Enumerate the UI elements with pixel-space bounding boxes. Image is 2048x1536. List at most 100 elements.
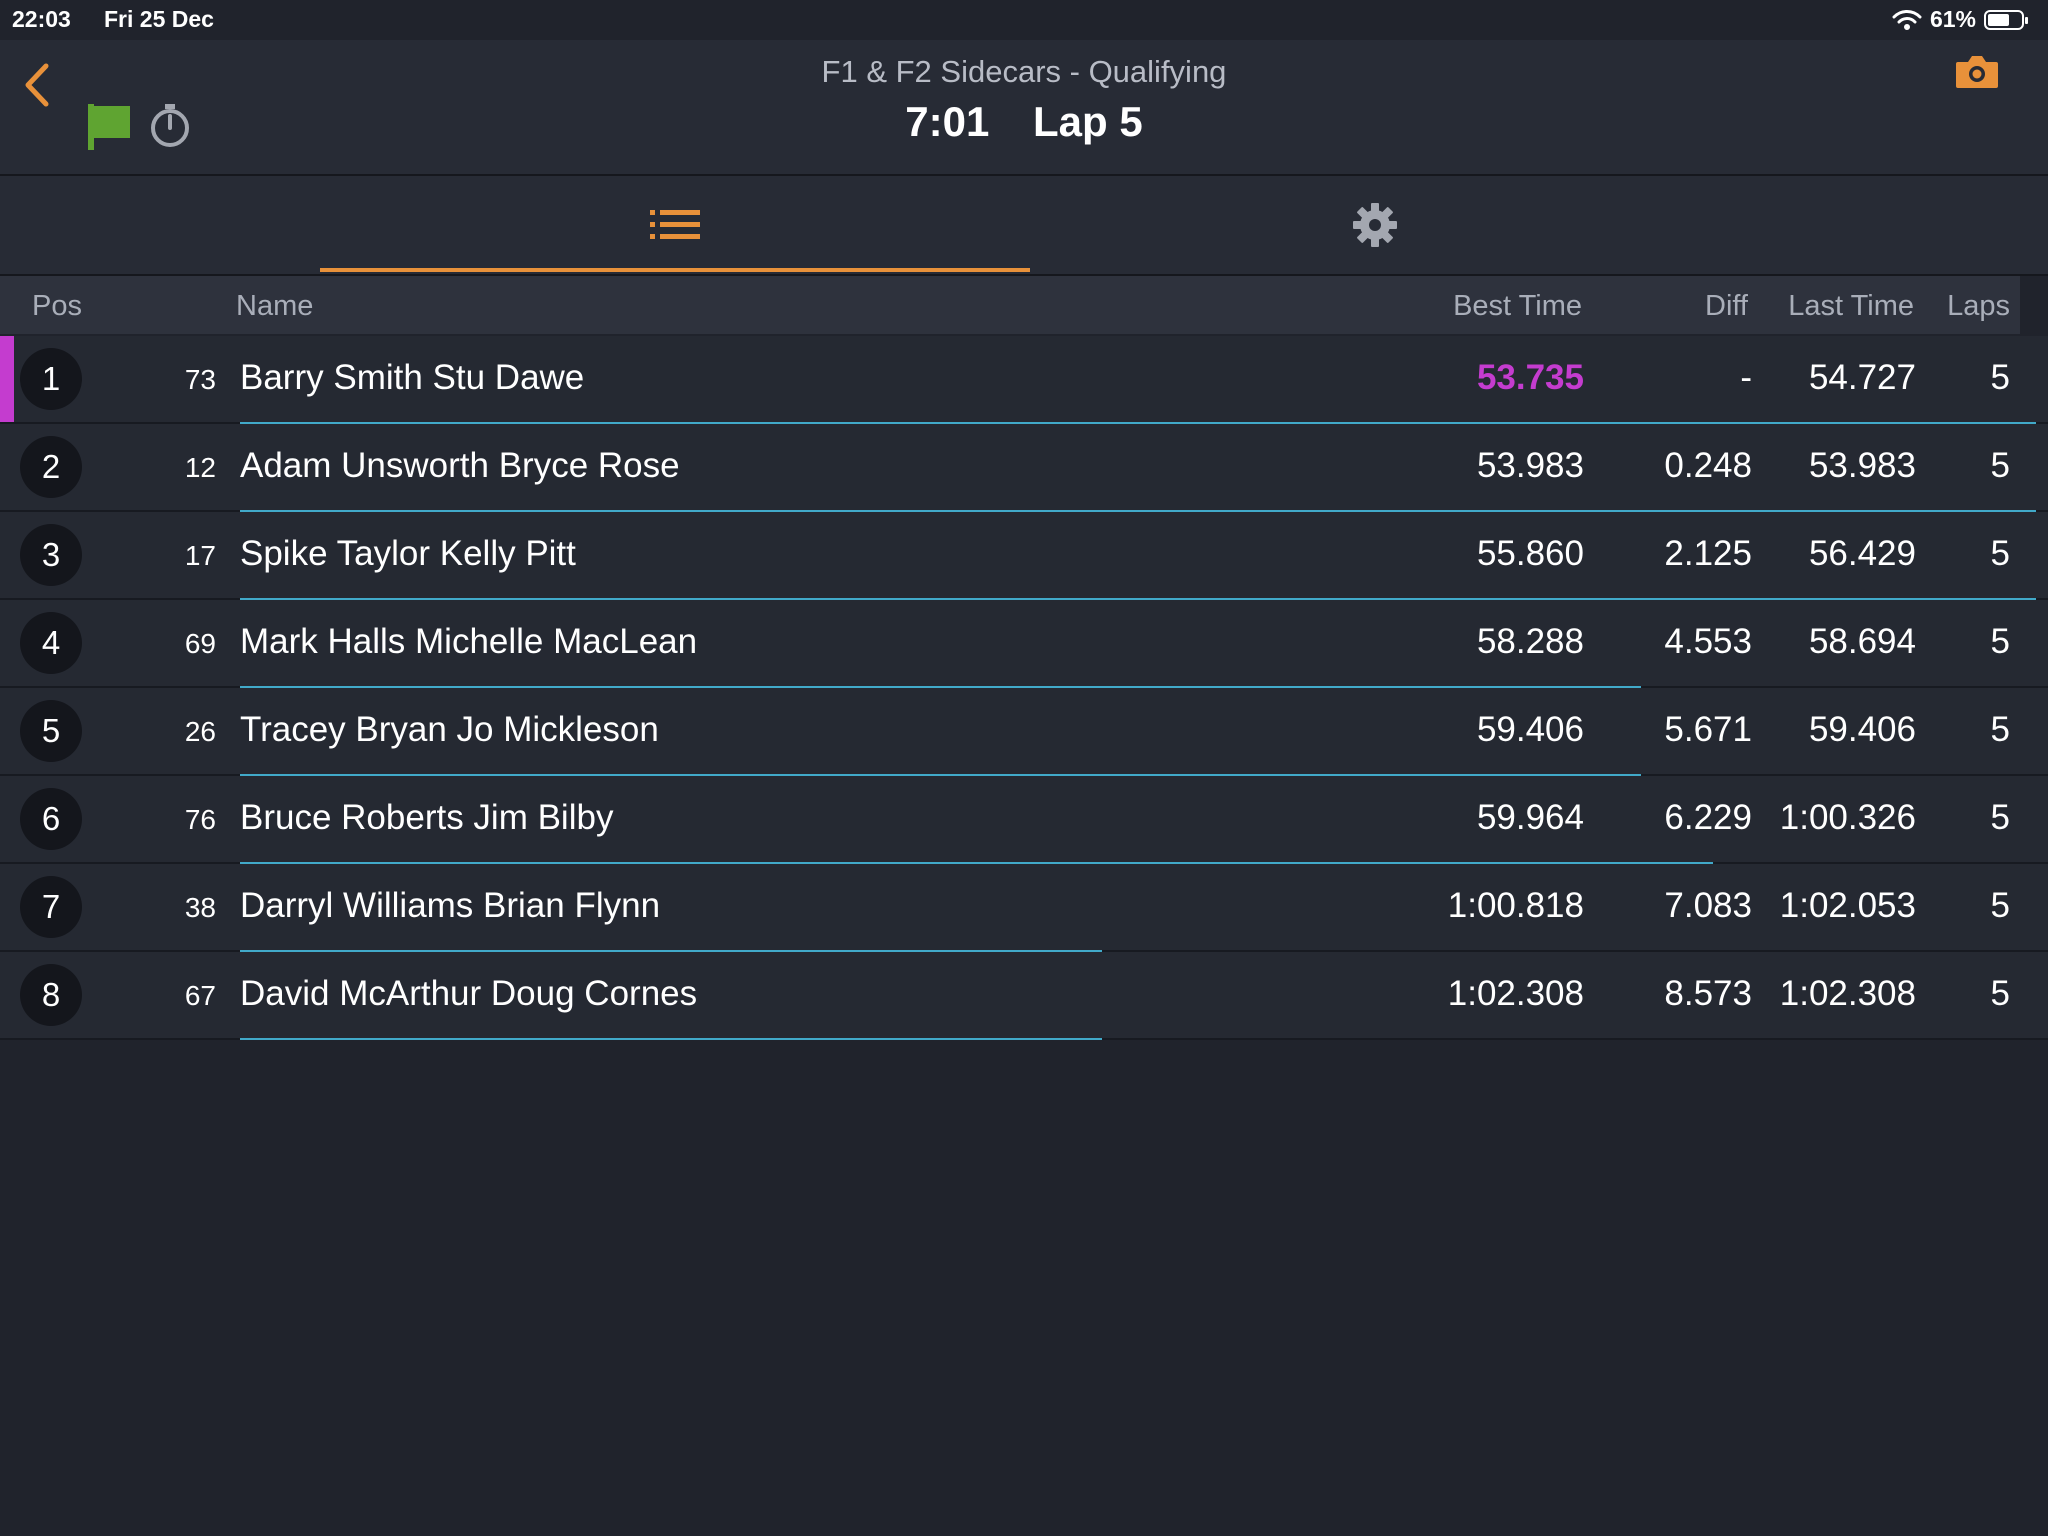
diff-time: 6.229 <box>1664 798 1752 837</box>
lap-count: 5 <box>1990 974 2010 1013</box>
car-number: 76 <box>184 804 216 835</box>
position-badge: 4 <box>20 612 82 674</box>
lap-count: 5 <box>1990 710 2010 749</box>
table-row[interactable]: 5 26 Tracey Bryan Jo Mickleson 59.406 5.… <box>0 688 2048 776</box>
last-time: 1:02.053 <box>1779 886 1916 925</box>
battery-percent: 61% <box>1929 6 1976 32</box>
fastest-lap-marker <box>0 864 14 950</box>
diff-time: 2.125 <box>1664 534 1752 573</box>
status-time: 22:03 <box>12 6 71 32</box>
car-number: 73 <box>184 364 216 395</box>
lap-count: 5 <box>1990 446 2010 485</box>
session-lap: Lap 5 <box>1033 98 1143 145</box>
active-tab-indicator <box>320 268 1030 272</box>
column-pos[interactable]: Pos <box>32 290 82 323</box>
table-header-spacer <box>2020 276 2048 334</box>
list-icon <box>650 210 700 239</box>
driver-names: Adam Unsworth Bryce Rose <box>240 446 680 485</box>
column-laps[interactable]: Laps <box>1947 290 2010 323</box>
fastest-lap-marker <box>0 688 14 774</box>
lap-count: 5 <box>1990 622 2010 661</box>
last-time: 54.727 <box>1808 358 1916 397</box>
position-badge: 8 <box>20 964 82 1026</box>
last-time: 53.983 <box>1808 446 1916 485</box>
driver-names: Darryl Williams Brian Flynn <box>240 886 661 925</box>
column-best-time[interactable]: Best Time <box>1453 290 1582 323</box>
diff-time: 8.573 <box>1664 974 1752 1013</box>
lap-count: 5 <box>1990 886 2010 925</box>
fastest-lap-marker <box>0 336 14 422</box>
table-row[interactable]: 8 67 David McArthur Doug Cornes 1:02.308… <box>0 952 2048 1040</box>
car-number: 67 <box>184 980 216 1011</box>
last-time: 56.429 <box>1808 534 1916 573</box>
diff-time: 4.553 <box>1664 622 1752 661</box>
fastest-lap-marker <box>0 776 14 862</box>
lap-progress-bar <box>240 1038 1102 1040</box>
best-time: 1:02.308 <box>1447 974 1584 1013</box>
last-time: 1:00.326 <box>1779 798 1916 837</box>
camera-icon <box>1956 56 1998 88</box>
best-time: 53.735 <box>1476 358 1584 397</box>
table-row[interactable]: 7 38 Darryl Williams Brian Flynn 1:00.81… <box>0 864 2048 952</box>
status-date: Fri 25 Dec <box>104 6 214 32</box>
tab-bar <box>0 176 2048 276</box>
last-time: 58.694 <box>1808 622 1916 661</box>
camera-button[interactable] <box>1954 54 2000 95</box>
car-number: 26 <box>184 716 216 747</box>
table-row[interactable]: 6 76 Bruce Roberts Jim Bilby 59.964 6.22… <box>0 776 2048 864</box>
session-time-remaining: 7:01 <box>905 98 990 145</box>
table-row[interactable]: 3 17 Spike Taylor Kelly Pitt 55.860 2.12… <box>0 512 2048 600</box>
best-time: 58.288 <box>1476 622 1584 661</box>
best-time: 59.964 <box>1476 798 1584 837</box>
best-time: 55.860 <box>1476 534 1584 573</box>
last-time: 1:02.308 <box>1779 974 1916 1013</box>
position-badge: 6 <box>20 788 82 850</box>
table-row[interactable]: 1 73 Barry Smith Stu Dawe 53.735 - 54.72… <box>0 336 2048 424</box>
fastest-lap-marker <box>0 952 14 1038</box>
session-clock: 7:01 Lap 5 <box>0 98 2048 146</box>
car-number: 69 <box>184 628 216 659</box>
battery-icon <box>1984 9 2028 30</box>
column-name[interactable]: Name <box>236 290 313 323</box>
car-number: 12 <box>184 452 216 483</box>
session-header: F1 & F2 Sidecars - Qualifying 7:01 Lap 5 <box>0 40 2048 176</box>
best-time: 1:00.818 <box>1447 886 1584 925</box>
table-row[interactable]: 4 69 Mark Halls Michelle MacLean 58.288 … <box>0 600 2048 688</box>
diff-time: - <box>1740 358 1752 397</box>
car-number: 17 <box>184 540 216 571</box>
status-bar: 22:03 Fri 25 Dec 61% <box>0 0 2048 40</box>
lap-count: 5 <box>1990 534 2010 573</box>
column-diff[interactable]: Diff <box>1705 290 1748 323</box>
best-time: 53.983 <box>1476 446 1584 485</box>
status-right: 61% <box>1892 6 2028 33</box>
diff-time: 0.248 <box>1664 446 1752 485</box>
driver-names: Mark Halls Michelle MacLean <box>240 622 698 661</box>
session-title: F1 & F2 Sidecars - Qualifying <box>821 54 1227 89</box>
last-time: 59.406 <box>1808 710 1916 749</box>
driver-names: Barry Smith Stu Dawe <box>240 358 585 397</box>
lap-count: 5 <box>1990 358 2010 397</box>
car-number: 38 <box>184 892 216 923</box>
position-badge: 5 <box>20 700 82 762</box>
tab-list[interactable] <box>320 176 1030 274</box>
best-time: 59.406 <box>1476 710 1584 749</box>
diff-time: 7.083 <box>1664 886 1752 925</box>
tab-settings[interactable] <box>1030 176 1720 274</box>
gear-icon <box>1353 203 1397 247</box>
lap-count: 5 <box>1990 798 2010 837</box>
position-badge: 3 <box>20 524 82 586</box>
driver-names: Tracey Bryan Jo Mickleson <box>240 710 659 749</box>
fastest-lap-marker <box>0 512 14 598</box>
driver-names: David McArthur Doug Cornes <box>240 974 698 1013</box>
fastest-lap-marker <box>0 424 14 510</box>
position-badge: 1 <box>20 348 82 410</box>
table-row[interactable]: 2 12 Adam Unsworth Bryce Rose 53.983 0.2… <box>0 424 2048 512</box>
driver-names: Spike Taylor Kelly Pitt <box>240 534 576 573</box>
fastest-lap-marker <box>0 600 14 686</box>
position-badge: 7 <box>20 876 82 938</box>
column-last-time[interactable]: Last Time <box>1788 290 1914 323</box>
driver-names: Bruce Roberts Jim Bilby <box>240 798 614 837</box>
wifi-icon <box>1892 9 1922 30</box>
table-header: Pos Name Best Time Diff Last Time Laps <box>0 276 2020 334</box>
position-badge: 2 <box>20 436 82 498</box>
